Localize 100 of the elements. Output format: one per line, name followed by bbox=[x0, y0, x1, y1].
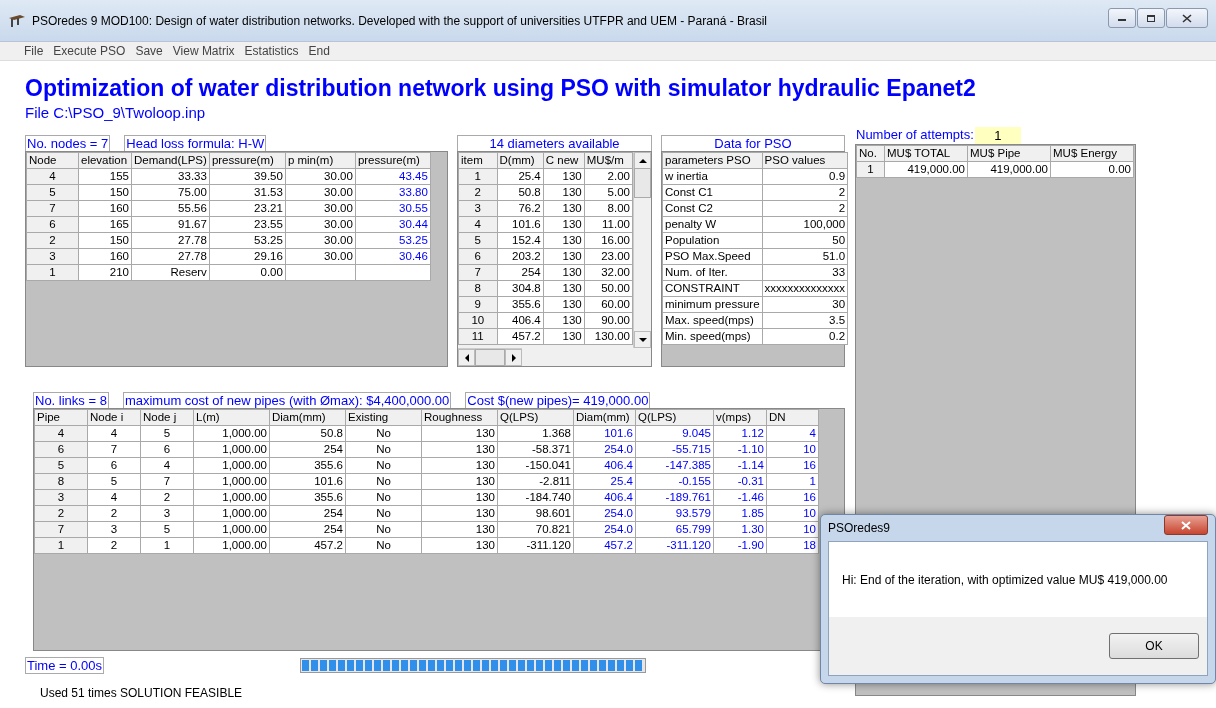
table-cell: No bbox=[345, 457, 422, 474]
column-header[interactable]: parameters PSO bbox=[662, 152, 763, 169]
menu-item[interactable]: View Matrix bbox=[168, 44, 239, 58]
column-header[interactable]: Pipe bbox=[34, 409, 88, 426]
table-cell: 355.6 bbox=[269, 457, 346, 474]
column-header[interactable]: C new bbox=[543, 152, 585, 169]
column-header[interactable]: p min(m) bbox=[285, 152, 356, 169]
table-cell: Max. speed(mps) bbox=[662, 312, 763, 329]
table-cell: Num. of Iter. bbox=[662, 264, 763, 281]
column-header[interactable]: MU$ Pipe bbox=[967, 145, 1051, 162]
table-cell: 2 bbox=[87, 537, 141, 554]
table-cell: 1,000.00 bbox=[193, 521, 270, 538]
table-cell: 27.78 bbox=[131, 248, 210, 265]
table-cell: 5 bbox=[87, 473, 141, 490]
table-cell: 130 bbox=[543, 296, 585, 313]
column-header[interactable]: Diam(mm) bbox=[573, 409, 636, 426]
menu-item[interactable]: File bbox=[20, 44, 48, 58]
column-header[interactable]: Existing bbox=[345, 409, 422, 426]
table-cell: 1 bbox=[140, 537, 194, 554]
menu-item[interactable]: Execute PSO bbox=[49, 44, 130, 58]
table-cell: 2 bbox=[140, 489, 194, 506]
menu-item[interactable]: Estatistics bbox=[240, 44, 303, 58]
table-cell: 130 bbox=[543, 312, 585, 329]
scroll-down-icon[interactable] bbox=[634, 331, 651, 348]
table-cell: 53.25 bbox=[209, 232, 286, 249]
table-cell: 254.0 bbox=[573, 505, 636, 522]
column-header[interactable]: Node bbox=[26, 152, 79, 169]
column-header[interactable]: Q(LPS) bbox=[635, 409, 714, 426]
table-cell: -311.120 bbox=[497, 537, 574, 554]
table-cell: 0.9 bbox=[762, 168, 848, 185]
table-cell: No bbox=[345, 537, 422, 554]
table-cell: -150.041 bbox=[497, 457, 574, 474]
dialog-title: PSOredes9 bbox=[828, 521, 891, 535]
column-header[interactable]: elevation bbox=[78, 152, 132, 169]
pso-title: Data for PSO bbox=[661, 135, 845, 151]
close-button[interactable] bbox=[1166, 8, 1208, 28]
table-cell: 0.00 bbox=[1050, 161, 1134, 178]
formula-label: Head loss formula: H-W bbox=[124, 135, 267, 151]
table-cell: 130 bbox=[543, 168, 585, 185]
table-cell: 30.00 bbox=[285, 200, 356, 217]
table-cell: 39.50 bbox=[209, 168, 286, 185]
table-cell: 30.44 bbox=[355, 216, 431, 233]
column-header[interactable]: No. bbox=[856, 145, 885, 162]
column-header[interactable]: Demand(LPS) bbox=[131, 152, 210, 169]
close-button[interactable] bbox=[1164, 515, 1208, 535]
ok-button[interactable]: OK bbox=[1109, 633, 1199, 659]
maximize-button[interactable] bbox=[1137, 8, 1165, 28]
table-cell: Population bbox=[662, 232, 763, 249]
table-cell: -0.31 bbox=[713, 473, 767, 490]
scroll-left-icon[interactable] bbox=[458, 349, 475, 366]
column-header[interactable]: Node i bbox=[87, 409, 141, 426]
table-cell: 91.67 bbox=[131, 216, 210, 233]
column-header[interactable]: D(mm) bbox=[497, 152, 544, 169]
table-cell: 203.2 bbox=[497, 248, 544, 265]
table-cell: 16.00 bbox=[584, 232, 633, 249]
table-cell: 130 bbox=[421, 473, 498, 490]
table-cell: 65.799 bbox=[635, 521, 714, 538]
table-cell: 55.56 bbox=[131, 200, 210, 217]
column-header[interactable]: L(m) bbox=[193, 409, 270, 426]
column-header[interactable]: Roughness bbox=[421, 409, 498, 426]
table-cell: 8.00 bbox=[584, 200, 633, 217]
table-cell: 1 bbox=[766, 473, 819, 490]
column-header[interactable]: pressure(m) bbox=[355, 152, 431, 169]
column-header[interactable]: MU$ TOTAL bbox=[884, 145, 968, 162]
table-cell: 130 bbox=[421, 425, 498, 442]
scroll-right-icon[interactable] bbox=[505, 349, 522, 366]
column-header[interactable]: Q(LPS) bbox=[497, 409, 574, 426]
table-cell: penalty W bbox=[662, 216, 763, 233]
table-cell: 50.00 bbox=[584, 280, 633, 297]
column-header[interactable]: Diam(mm) bbox=[269, 409, 346, 426]
column-header[interactable]: item bbox=[458, 152, 498, 169]
menu-item[interactable]: Save bbox=[131, 44, 167, 58]
column-header[interactable]: pressure(m) bbox=[209, 152, 286, 169]
scroll-thumb[interactable] bbox=[634, 168, 651, 198]
table-cell: 50.8 bbox=[497, 184, 544, 201]
table-cell: 1.12 bbox=[713, 425, 767, 442]
minimize-button[interactable] bbox=[1108, 8, 1136, 28]
page-heading: Optimization of water distribution network using PSO with simulator hydraulic Epanet2 bbox=[25, 75, 977, 102]
table-cell: 18 bbox=[766, 537, 819, 554]
table-cell: 75.00 bbox=[131, 184, 210, 201]
table-cell: 33 bbox=[762, 264, 848, 281]
column-header[interactable]: Node j bbox=[140, 409, 194, 426]
scroll-thumb[interactable] bbox=[475, 349, 505, 366]
menu-item[interactable]: End bbox=[304, 44, 334, 58]
table-cell: 355.6 bbox=[497, 296, 544, 313]
column-header[interactable]: v(mps) bbox=[713, 409, 767, 426]
table-cell: 3.5 bbox=[762, 312, 848, 329]
column-header[interactable]: DN bbox=[766, 409, 819, 426]
table-cell: 150 bbox=[78, 232, 132, 249]
table-cell: No bbox=[345, 473, 422, 490]
table-cell: 27.78 bbox=[131, 232, 210, 249]
column-header[interactable]: PSO values bbox=[762, 152, 848, 169]
table-cell: 31.53 bbox=[209, 184, 286, 201]
column-header[interactable]: MU$ Energy bbox=[1050, 145, 1134, 162]
table-cell: -1.10 bbox=[713, 441, 767, 458]
diameters-title: 14 diameters available bbox=[457, 135, 652, 151]
table-cell: No bbox=[345, 425, 422, 442]
column-header[interactable]: MU$/m bbox=[584, 152, 633, 169]
table-cell: 16 bbox=[766, 457, 819, 474]
table-cell: 152.4 bbox=[497, 232, 544, 249]
